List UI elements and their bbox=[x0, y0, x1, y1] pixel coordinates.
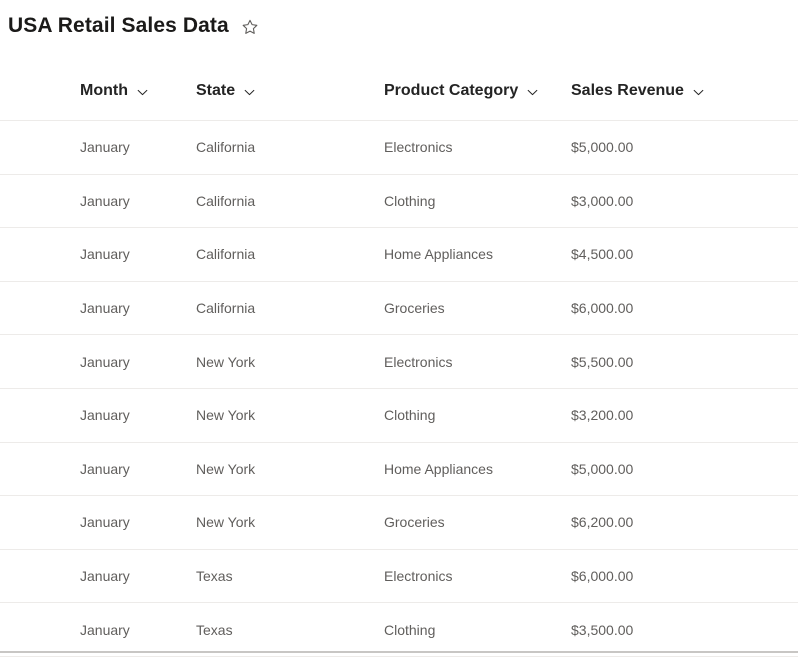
cell-revenue: $6,000.00 bbox=[571, 568, 634, 585]
cell-revenue: $3,200.00 bbox=[571, 407, 634, 424]
cell-month: January bbox=[80, 246, 130, 263]
table-row[interactable]: January California Groceries $6,000.00 bbox=[0, 281, 798, 336]
cell-category: Home Appliances bbox=[384, 460, 493, 477]
cell-month: January bbox=[80, 192, 130, 209]
cell-category: Electronics bbox=[384, 353, 453, 370]
column-header-product-category[interactable]: Product Category bbox=[384, 82, 571, 100]
cell-month: January bbox=[80, 568, 130, 585]
cell-category: Electronics bbox=[384, 568, 453, 585]
cell-category: Clothing bbox=[384, 621, 436, 638]
chevron-down-icon[interactable] bbox=[693, 89, 704, 96]
table-row[interactable]: January New York Groceries $6,200.00 bbox=[0, 496, 798, 550]
column-header-sales-revenue-label: Sales Revenue bbox=[571, 82, 684, 99]
table-header-row: Month State Product Category Sales Reven… bbox=[0, 62, 798, 120]
column-header-month[interactable]: Month bbox=[8, 82, 196, 100]
cell-month: January bbox=[80, 514, 130, 531]
cell-state: New York bbox=[196, 460, 256, 477]
cell-state: California bbox=[196, 246, 256, 263]
star-outline-icon[interactable] bbox=[239, 16, 261, 38]
cell-month: January bbox=[80, 300, 130, 317]
table-row[interactable]: January California Clothing $3,000.00 bbox=[0, 174, 798, 229]
cell-category: Groceries bbox=[384, 514, 445, 531]
table-row[interactable]: January Texas Electronics $6,000.00 bbox=[0, 549, 798, 604]
cell-month: January bbox=[80, 139, 130, 156]
page-title: USA Retail Sales Data bbox=[8, 14, 229, 38]
table-row[interactable]: January California Home Appliances $4,500.0… bbox=[0, 228, 798, 282]
cell-revenue: $5,000.00 bbox=[571, 139, 634, 156]
table-row[interactable]: January California Electronics $5,000.00 bbox=[0, 121, 798, 175]
column-header-sales-revenue[interactable]: Sales Revenue bbox=[571, 82, 726, 100]
cell-month: January bbox=[80, 407, 130, 424]
cell-month: January bbox=[80, 353, 130, 370]
cell-revenue: $4,500.00 bbox=[571, 246, 634, 263]
cell-state: California bbox=[196, 139, 256, 156]
cell-state: Texas bbox=[196, 621, 233, 638]
cell-state: California bbox=[196, 300, 256, 317]
chevron-down-icon[interactable] bbox=[527, 89, 538, 96]
column-header-product-category-label: Product Category bbox=[384, 82, 519, 99]
cell-month: January bbox=[80, 460, 130, 477]
cell-revenue: $5,500.00 bbox=[571, 353, 634, 370]
cell-state: New York bbox=[196, 514, 256, 531]
table-row[interactable]: January Texas Clothing $3,500.00 bbox=[0, 603, 798, 657]
table-row[interactable]: January New York Electronics $5,500.00 bbox=[0, 335, 798, 389]
cell-revenue: $3,500.00 bbox=[571, 621, 634, 638]
cell-category: Home Appliances bbox=[384, 246, 493, 263]
cell-revenue: $3,000.00 bbox=[571, 192, 634, 209]
cell-state: New York bbox=[196, 353, 256, 370]
chevron-down-icon[interactable] bbox=[137, 89, 148, 96]
table-bottom-divider bbox=[0, 651, 798, 653]
list-title-bar: USA Retail Sales Data bbox=[0, 0, 798, 38]
chevron-down-icon[interactable] bbox=[244, 89, 255, 96]
table-row[interactable]: January New York Clothing $3,200.00 bbox=[0, 388, 798, 443]
column-header-month-label: Month bbox=[80, 82, 128, 99]
cell-state: New York bbox=[196, 407, 256, 424]
cell-category: Clothing bbox=[384, 407, 436, 424]
cell-state: Texas bbox=[196, 568, 233, 585]
list-data-table: Month State Product Category Sales Reven… bbox=[0, 62, 798, 657]
column-header-state[interactable]: State bbox=[196, 82, 384, 100]
cell-revenue: $6,200.00 bbox=[571, 514, 634, 531]
cell-category: Electronics bbox=[384, 139, 453, 156]
cell-revenue: $5,000.00 bbox=[571, 460, 634, 477]
cell-category: Groceries bbox=[384, 300, 445, 317]
table-body: January California Electronics $5,000.00 Jan… bbox=[0, 120, 798, 657]
cell-revenue: $6,000.00 bbox=[571, 300, 634, 317]
column-header-state-label: State bbox=[196, 82, 236, 99]
cell-month: January bbox=[80, 621, 130, 638]
cell-category: Clothing bbox=[384, 192, 436, 209]
table-row[interactable]: January New York Home Appliances $5,000.00 bbox=[0, 442, 798, 497]
cell-state: California bbox=[196, 192, 256, 209]
